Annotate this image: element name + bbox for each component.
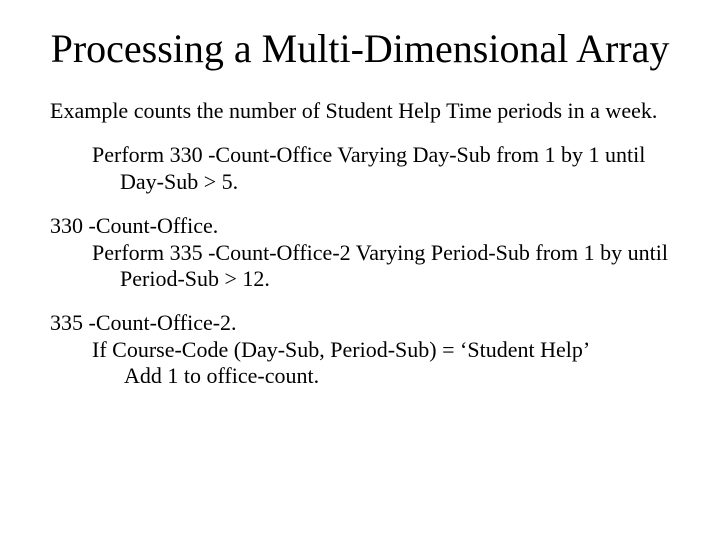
perform-330-text: Perform 330 -Count-Office Varying Day-Su… [92, 142, 670, 195]
add-line: Add 1 to office-count. [124, 363, 670, 389]
intro-text: Example counts the number of Student Hel… [50, 98, 670, 124]
slide-title: Processing a Multi-Dimensional Array [50, 26, 670, 72]
slide-body: Example counts the number of Student Hel… [50, 98, 670, 390]
label-330: 330 -Count-Office. [50, 213, 670, 239]
slide: Processing a Multi-Dimensional Array Exa… [0, 0, 720, 540]
label-335: 335 -Count-Office-2. [50, 310, 670, 336]
perform-335-text: Perform 335 -Count-Office-2 Varying Peri… [92, 240, 670, 293]
if-line: If Course-Code (Day-Sub, Period-Sub) = ‘… [92, 337, 670, 363]
